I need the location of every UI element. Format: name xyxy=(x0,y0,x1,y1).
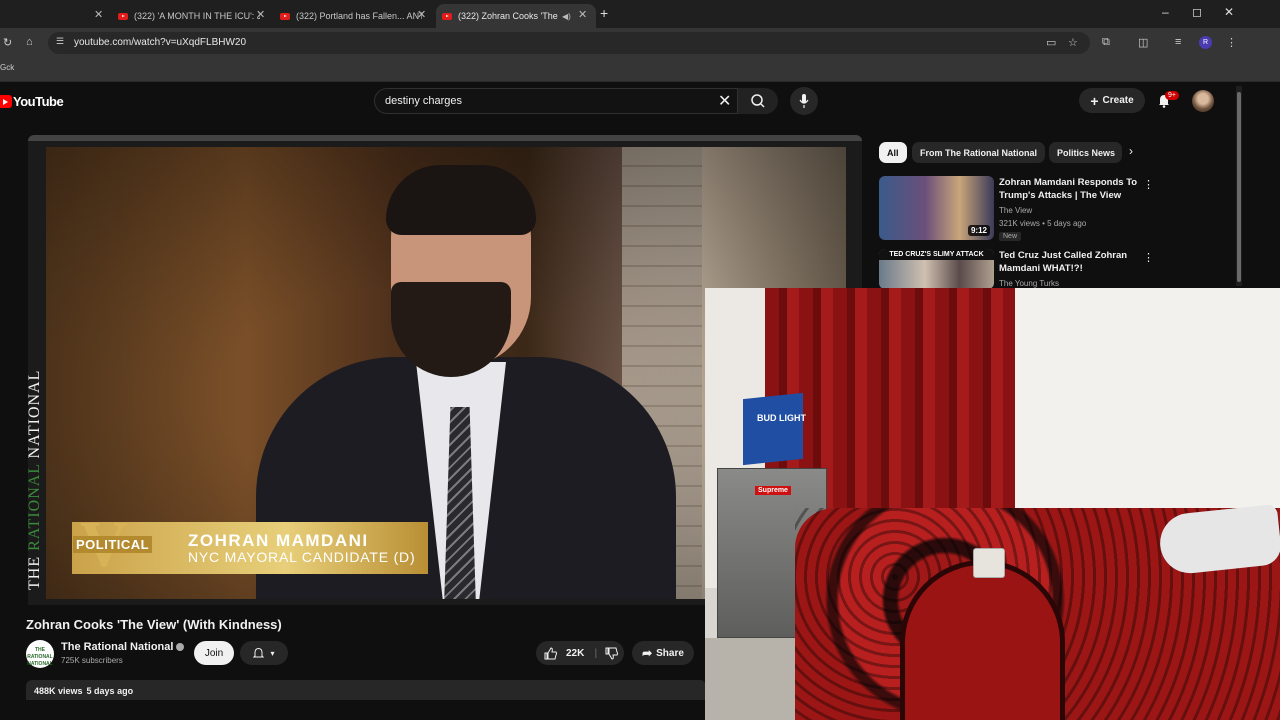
youtube-play-icon xyxy=(0,95,12,108)
channel-name[interactable]: The Rational National xyxy=(61,641,173,653)
voice-search-button[interactable] xyxy=(790,87,818,115)
page-scrollbar[interactable] xyxy=(1236,86,1242,286)
youtube-favicon-icon xyxy=(118,12,128,20)
youtube-logo[interactable]: YouTube xyxy=(0,94,64,109)
fridge-sticker: Supreme xyxy=(755,486,791,495)
upload-age: 5 days ago xyxy=(86,686,134,696)
tab-close-icon[interactable]: ✕ xyxy=(417,8,426,21)
clear-search-icon[interactable]: ✕ xyxy=(718,91,731,111)
new-tab-button[interactable]: + xyxy=(600,5,608,21)
view-stats: 488K views 5 days ago xyxy=(34,686,137,696)
recommendation-channel[interactable]: The Young Turks xyxy=(999,279,1059,288)
lower-third-name: ZOHRAN MAMDANI xyxy=(188,531,369,550)
cup xyxy=(973,548,1005,578)
menu-kebab-icon[interactable]: ⋮ xyxy=(1226,36,1237,49)
browser-tab-1[interactable]: (322) 'A MONTH IN THE ICU': Ju xyxy=(112,4,272,28)
recommendation-title[interactable]: Ted Cruz Just Called Zohran Mamdani WHAT… xyxy=(999,249,1139,275)
subscriber-count: 725K subscribers xyxy=(61,656,123,665)
chevron-down-icon: ▾ xyxy=(270,648,275,658)
account-avatar[interactable] xyxy=(1192,90,1214,112)
recommendation-thumbnail[interactable]: TED CRUZ'S SLIMY ATTACK xyxy=(879,249,994,289)
home-icon[interactable]: ⌂ xyxy=(26,36,33,48)
search-query[interactable]: destiny charges xyxy=(385,95,462,107)
view-count: 488K views xyxy=(34,686,83,696)
watermark-highlight: RATIONAL xyxy=(26,463,43,551)
channel-avatar[interactable]: THE RATIONAL NATIONAL xyxy=(26,640,54,668)
like-count: 22K xyxy=(566,647,585,659)
reload-icon[interactable]: ↻ xyxy=(3,36,12,49)
search-icon xyxy=(751,94,765,108)
new-badge: New xyxy=(999,232,1022,241)
room-floor xyxy=(705,638,805,720)
video-title: Zohran Cooks 'The View' (With Kindness) xyxy=(26,617,282,632)
channel-name-row[interactable]: The Rational National xyxy=(61,641,185,653)
thumbs-down-icon[interactable] xyxy=(605,647,619,660)
more-actions-icon[interactable]: ⋮ xyxy=(1143,178,1154,191)
chip-all[interactable]: All xyxy=(879,142,907,163)
browser-tab-active[interactable]: (322) Zohran Cooks 'The Vi ◀) xyxy=(436,4,596,28)
notifications-badge: 9+ xyxy=(1165,91,1179,100)
like-button[interactable]: 22K | xyxy=(536,641,624,665)
recommendation-thumbnail[interactable]: 9:12 xyxy=(879,176,994,240)
beer-box-label: BUD LIGHT xyxy=(757,413,806,423)
watermark-prefix: THE xyxy=(26,550,43,590)
media-control-icon[interactable]: ≡ xyxy=(1175,36,1181,48)
channel-watermark: THE RATIONAL NATIONAL xyxy=(26,370,44,590)
profile-avatar[interactable]: R xyxy=(1199,36,1212,49)
split-view-icon[interactable]: ◫ xyxy=(1138,36,1148,49)
share-label: Share xyxy=(656,647,684,659)
lower-third-subtitle: NYC MAYORAL CANDIDATE (D) xyxy=(188,549,416,565)
maximize-button[interactable]: ◻ xyxy=(1192,5,1202,19)
video-duration: 9:12 xyxy=(967,225,990,236)
more-actions-icon[interactable]: ⋮ xyxy=(1143,251,1154,264)
thumbnail-banner-text: TED CRUZ'S SLIMY ATTACK xyxy=(879,249,994,260)
cast-icon[interactable]: ▭ xyxy=(1046,36,1056,49)
button-divider: | xyxy=(594,647,598,659)
url-text[interactable]: youtube.com/watch?v=uXqdFLBHW20 xyxy=(74,37,246,48)
site-settings-icon[interactable]: ☰ xyxy=(56,36,64,47)
lower-third-tag: POLITICAL xyxy=(73,536,153,553)
beer-box xyxy=(743,392,803,466)
close-window-button[interactable]: ✕ xyxy=(1224,5,1234,19)
tab-close-icon[interactable]: ✕ xyxy=(94,8,103,21)
microphone-icon xyxy=(799,94,809,108)
recommendation-title[interactable]: Zohran Mamdani Responds To Trump's Attac… xyxy=(999,176,1139,202)
room-wall-right xyxy=(1015,288,1280,528)
recommendation-stats: 321K views • 5 days ago xyxy=(999,219,1087,228)
chip-from-channel[interactable]: From The Rational National xyxy=(912,142,1046,163)
verified-icon xyxy=(176,643,185,652)
youtube-wordmark: YouTube xyxy=(13,94,64,109)
join-button[interactable]: Join xyxy=(194,641,234,665)
tab-label: (322) Zohran Cooks 'The Vi xyxy=(458,11,558,21)
chip-politics-news[interactable]: Politics News xyxy=(1049,142,1122,163)
red-chair xyxy=(900,560,1065,720)
bookmark-item[interactable]: Gck xyxy=(0,63,14,72)
create-button[interactable]: + Create xyxy=(1079,88,1145,113)
youtube-favicon-icon xyxy=(442,12,452,20)
speaker-hair xyxy=(386,165,536,235)
thumbs-up-icon xyxy=(544,646,557,659)
tab-close-icon[interactable]: ✕ xyxy=(256,8,265,21)
speaker-icon[interactable]: ◀) xyxy=(562,12,571,21)
webcam-overlay: BUD LIGHT Supreme xyxy=(705,288,1280,720)
create-label: Create xyxy=(1102,95,1134,106)
subscription-bell-button[interactable]: ▾ xyxy=(240,641,288,665)
plus-icon: + xyxy=(1090,92,1099,109)
tab-label: (322) Portland has Fallen... ANTI xyxy=(296,11,422,21)
tab-close-icon[interactable]: ✕ xyxy=(578,8,587,21)
share-arrow-icon: ➦ xyxy=(642,646,653,660)
bookmarks-bar xyxy=(0,58,1280,82)
recommendation-channel[interactable]: The View xyxy=(999,206,1032,215)
watermark-suffix: NATIONAL xyxy=(26,369,43,464)
share-button[interactable]: ➦ Share xyxy=(632,641,694,665)
browser-tab-2[interactable]: (322) Portland has Fallen... ANTI xyxy=(274,4,434,28)
tab-label: (322) 'A MONTH IN THE ICU': Ju xyxy=(134,11,260,21)
chevron-right-icon[interactable]: › xyxy=(1129,144,1133,158)
bookmark-star-icon[interactable]: ☆ xyxy=(1068,36,1078,49)
search-button[interactable] xyxy=(738,88,778,114)
minimize-button[interactable]: – xyxy=(1162,5,1169,19)
youtube-favicon-icon xyxy=(280,12,290,20)
bell-icon xyxy=(253,647,265,658)
extensions-icon[interactable]: ⧉ xyxy=(1102,36,1110,49)
